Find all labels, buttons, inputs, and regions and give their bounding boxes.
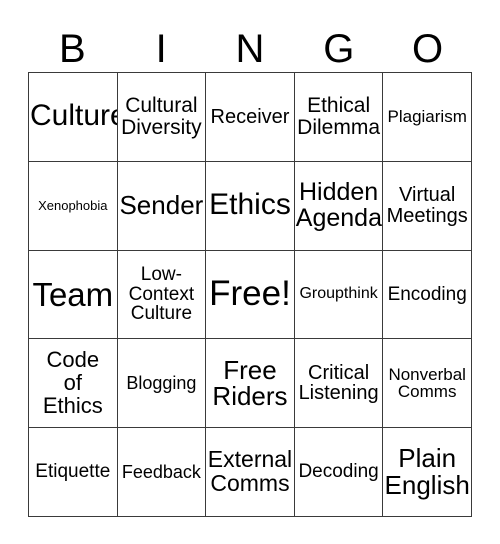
bingo-cell-label: Decoding xyxy=(298,461,379,483)
bingo-cell[interactable]: Decoding xyxy=(294,428,384,517)
bingo-cell[interactable]: Cultural Diversity xyxy=(117,73,207,162)
bingo-cell-label: Code of Ethics xyxy=(42,347,103,418)
bingo-cell[interactable]: Plain English xyxy=(383,428,472,517)
bingo-cell-label: Ethical Dilemma xyxy=(297,94,381,139)
bingo-cell-label: Cultural Diversity xyxy=(121,94,202,139)
bingo-card: B I N G O Culture Cultural Diversity Recei… xyxy=(0,0,500,544)
bingo-cell-label: Receiver xyxy=(210,105,290,128)
bingo-cell[interactable]: Groupthink xyxy=(294,250,384,340)
bingo-cell[interactable]: Code of Ethics xyxy=(29,339,118,429)
header-letter-g: G xyxy=(323,27,355,71)
bingo-cell-label: Ethics xyxy=(209,188,291,222)
bingo-cell[interactable]: External Comms xyxy=(206,428,295,517)
bingo-cell[interactable]: Culture xyxy=(29,73,118,162)
bingo-cell[interactable]: Critical Listening xyxy=(294,339,384,429)
bingo-cell-label: Etiquette xyxy=(35,461,111,483)
bingo-grid: Culture Cultural Diversity Receiver Ethical… xyxy=(28,72,472,517)
bingo-cell[interactable]: Hidden Agenda xyxy=(294,161,384,251)
bingo-cell-label: Culture xyxy=(30,99,118,133)
bingo-cell-label: Groupthink xyxy=(299,285,378,303)
bingo-cell-label: Virtual Meetings xyxy=(386,184,468,227)
bingo-header-row: B I N G O xyxy=(28,16,472,72)
bingo-cell[interactable]: Blogging xyxy=(117,339,207,429)
bingo-cell[interactable]: Virtual Meetings xyxy=(383,161,472,251)
bingo-cell-label: Blogging xyxy=(126,373,197,394)
header-letter-n: N xyxy=(235,27,265,71)
bingo-cell[interactable]: Ethical Dilemma xyxy=(294,73,384,162)
bingo-cell[interactable]: Plagiarism xyxy=(383,73,472,162)
bingo-cell[interactable]: Encoding xyxy=(383,250,472,340)
bingo-cell-label: Sender xyxy=(119,190,204,221)
bingo-cell-label: Nonverbal Comms xyxy=(388,364,466,402)
bingo-cell[interactable]: Xenophobia xyxy=(29,161,118,251)
header-letter-o: O xyxy=(412,27,444,71)
bingo-cell-label: Critical Listening xyxy=(298,361,379,405)
bingo-cell-label: Plain English xyxy=(384,443,470,501)
bingo-cell-label: Hidden Agenda xyxy=(295,177,382,232)
bingo-cell-label: Encoding xyxy=(387,283,467,305)
bingo-cell[interactable]: Etiquette xyxy=(29,428,118,517)
bingo-cell-label: Xenophobia xyxy=(38,198,108,213)
bingo-cell[interactable]: Free Riders xyxy=(206,339,295,429)
bingo-cell[interactable]: Low- Context Culture xyxy=(117,250,207,340)
header-letter-b: B xyxy=(59,27,86,71)
bingo-cell-label: Free Riders xyxy=(212,354,288,412)
bingo-cell-label: Free! xyxy=(209,274,291,314)
bingo-cell[interactable]: Team xyxy=(29,250,118,340)
bingo-cell-free-space[interactable]: Free! xyxy=(206,250,295,340)
header-letter-i: I xyxy=(155,27,167,71)
bingo-cell-label: Feedback xyxy=(121,461,201,482)
bingo-cell[interactable]: Ethics xyxy=(206,161,295,251)
bingo-cell[interactable]: Feedback xyxy=(117,428,207,517)
bingo-cell-label: External Comms xyxy=(207,446,293,497)
bingo-cell-label: Team xyxy=(32,275,114,313)
bingo-cell-label: Low- Context Culture xyxy=(128,264,195,325)
bingo-cell[interactable]: Nonverbal Comms xyxy=(383,339,472,429)
bingo-cell[interactable]: Sender xyxy=(117,161,207,251)
bingo-cell-label: Plagiarism xyxy=(387,107,467,127)
bingo-cell[interactable]: Receiver xyxy=(206,73,295,162)
